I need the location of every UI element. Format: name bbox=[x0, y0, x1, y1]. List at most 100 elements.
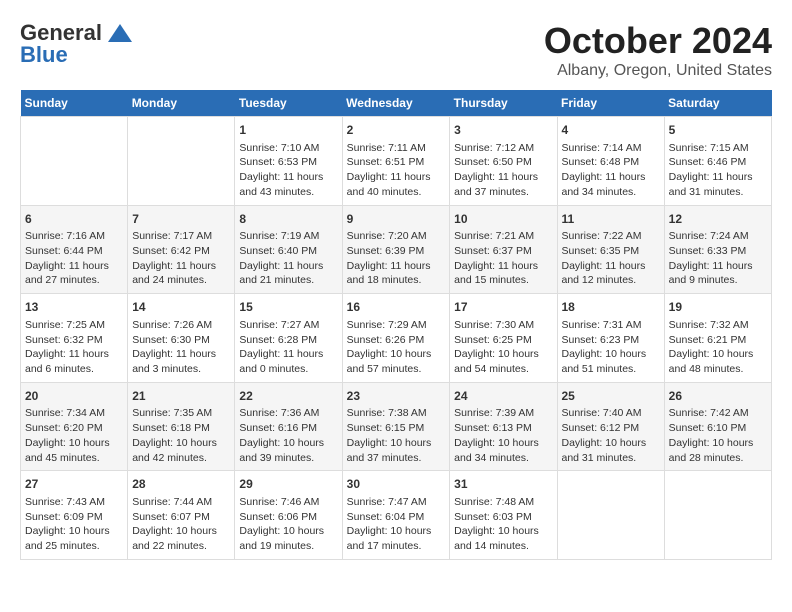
logo-icon bbox=[106, 22, 134, 44]
day-number: 24 bbox=[454, 388, 552, 405]
calendar-cell: 28Sunrise: 7:44 AMSunset: 6:07 PMDayligh… bbox=[128, 471, 235, 560]
day-info: Sunrise: 7:46 AM bbox=[239, 495, 337, 510]
page-header: General Blue October 2024 Albany, Oregon… bbox=[20, 20, 772, 80]
calendar-table: SundayMondayTuesdayWednesdayThursdayFrid… bbox=[20, 90, 772, 560]
day-info: Sunset: 6:10 PM bbox=[669, 421, 767, 436]
calendar-cell: 22Sunrise: 7:36 AMSunset: 6:16 PMDayligh… bbox=[235, 382, 342, 471]
day-info: Daylight: 10 hours and 45 minutes. bbox=[25, 436, 123, 465]
day-header-tuesday: Tuesday bbox=[235, 90, 342, 117]
day-info: Daylight: 11 hours and 0 minutes. bbox=[239, 347, 337, 376]
day-info: Sunrise: 7:24 AM bbox=[669, 229, 767, 244]
calendar-cell: 9Sunrise: 7:20 AMSunset: 6:39 PMDaylight… bbox=[342, 205, 450, 294]
day-header-friday: Friday bbox=[557, 90, 664, 117]
day-number: 6 bbox=[25, 211, 123, 228]
day-info: Sunset: 6:09 PM bbox=[25, 510, 123, 525]
calendar-cell: 21Sunrise: 7:35 AMSunset: 6:18 PMDayligh… bbox=[128, 382, 235, 471]
calendar-cell: 11Sunrise: 7:22 AMSunset: 6:35 PMDayligh… bbox=[557, 205, 664, 294]
day-number: 20 bbox=[25, 388, 123, 405]
day-info: Daylight: 11 hours and 6 minutes. bbox=[25, 347, 123, 376]
day-info: Sunrise: 7:11 AM bbox=[347, 141, 446, 156]
day-info: Daylight: 10 hours and 25 minutes. bbox=[25, 524, 123, 553]
calendar-cell: 7Sunrise: 7:17 AMSunset: 6:42 PMDaylight… bbox=[128, 205, 235, 294]
logo: General Blue bbox=[20, 20, 134, 68]
day-info: Sunrise: 7:30 AM bbox=[454, 318, 552, 333]
day-info: Sunset: 6:04 PM bbox=[347, 510, 446, 525]
day-info: Sunrise: 7:43 AM bbox=[25, 495, 123, 510]
day-info: Sunset: 6:42 PM bbox=[132, 244, 230, 259]
day-info: Daylight: 11 hours and 40 minutes. bbox=[347, 170, 446, 199]
day-info: Daylight: 11 hours and 34 minutes. bbox=[562, 170, 660, 199]
day-header-thursday: Thursday bbox=[450, 90, 557, 117]
day-number: 9 bbox=[347, 211, 446, 228]
day-number: 23 bbox=[347, 388, 446, 405]
day-header-saturday: Saturday bbox=[664, 90, 771, 117]
week-row-2: 6Sunrise: 7:16 AMSunset: 6:44 PMDaylight… bbox=[21, 205, 772, 294]
day-info: Sunset: 6:53 PM bbox=[239, 155, 337, 170]
day-info: Sunset: 6:32 PM bbox=[25, 333, 123, 348]
day-info: Sunset: 6:50 PM bbox=[454, 155, 552, 170]
day-info: Sunset: 6:07 PM bbox=[132, 510, 230, 525]
day-info: Sunset: 6:40 PM bbox=[239, 244, 337, 259]
day-number: 12 bbox=[669, 211, 767, 228]
day-info: Sunset: 6:30 PM bbox=[132, 333, 230, 348]
day-info: Sunrise: 7:14 AM bbox=[562, 141, 660, 156]
day-info: Sunset: 6:33 PM bbox=[669, 244, 767, 259]
calendar-cell: 14Sunrise: 7:26 AMSunset: 6:30 PMDayligh… bbox=[128, 294, 235, 383]
day-info: Daylight: 10 hours and 37 minutes. bbox=[347, 436, 446, 465]
day-info: Daylight: 10 hours and 54 minutes. bbox=[454, 347, 552, 376]
day-info: Daylight: 10 hours and 34 minutes. bbox=[454, 436, 552, 465]
calendar-cell: 4Sunrise: 7:14 AMSunset: 6:48 PMDaylight… bbox=[557, 117, 664, 206]
day-info: Daylight: 11 hours and 37 minutes. bbox=[454, 170, 552, 199]
day-info: Daylight: 11 hours and 9 minutes. bbox=[669, 259, 767, 288]
day-info: Sunrise: 7:34 AM bbox=[25, 406, 123, 421]
calendar-cell bbox=[664, 471, 771, 560]
day-info: Sunrise: 7:35 AM bbox=[132, 406, 230, 421]
calendar-cell: 30Sunrise: 7:47 AMSunset: 6:04 PMDayligh… bbox=[342, 471, 450, 560]
days-header-row: SundayMondayTuesdayWednesdayThursdayFrid… bbox=[21, 90, 772, 117]
day-info: Sunset: 6:28 PM bbox=[239, 333, 337, 348]
day-info: Sunset: 6:21 PM bbox=[669, 333, 767, 348]
day-number: 19 bbox=[669, 299, 767, 316]
calendar-cell: 18Sunrise: 7:31 AMSunset: 6:23 PMDayligh… bbox=[557, 294, 664, 383]
calendar-cell: 29 Sunrise: 7:46 AMSunset: 6:06 PMDayligh… bbox=[235, 471, 342, 560]
calendar-cell: 10Sunrise: 7:21 AMSunset: 6:37 PMDayligh… bbox=[450, 205, 557, 294]
day-info: Sunrise: 7:47 AM bbox=[347, 495, 446, 510]
day-info: Sunrise: 7:39 AM bbox=[454, 406, 552, 421]
day-info: Sunrise: 7:19 AM bbox=[239, 229, 337, 244]
day-number: 29 bbox=[239, 476, 337, 493]
day-info: Sunset: 6:25 PM bbox=[454, 333, 552, 348]
day-header-monday: Monday bbox=[128, 90, 235, 117]
day-number: 25 bbox=[562, 388, 660, 405]
calendar-cell: 16Sunrise: 7:29 AMSunset: 6:26 PMDayligh… bbox=[342, 294, 450, 383]
day-info: Daylight: 10 hours and 22 minutes. bbox=[132, 524, 230, 553]
day-number: 27 bbox=[25, 476, 123, 493]
day-info: Sunset: 6:06 PM bbox=[239, 510, 337, 525]
day-info: Daylight: 10 hours and 39 minutes. bbox=[239, 436, 337, 465]
week-row-1: 1Sunrise: 7:10 AMSunset: 6:53 PMDaylight… bbox=[21, 117, 772, 206]
day-info: Daylight: 10 hours and 51 minutes. bbox=[562, 347, 660, 376]
day-info: Daylight: 11 hours and 31 minutes. bbox=[669, 170, 767, 199]
title-area: October 2024 Albany, Oregon, United Stat… bbox=[544, 20, 772, 80]
calendar-cell: 5Sunrise: 7:15 AMSunset: 6:46 PMDaylight… bbox=[664, 117, 771, 206]
calendar-cell: 15Sunrise: 7:27 AMSunset: 6:28 PMDayligh… bbox=[235, 294, 342, 383]
day-info: Sunset: 6:23 PM bbox=[562, 333, 660, 348]
day-info: Sunset: 6:13 PM bbox=[454, 421, 552, 436]
calendar-cell: 17Sunrise: 7:30 AMSunset: 6:25 PMDayligh… bbox=[450, 294, 557, 383]
calendar-cell: 31Sunrise: 7:48 AMSunset: 6:03 PMDayligh… bbox=[450, 471, 557, 560]
day-info: Sunrise: 7:29 AM bbox=[347, 318, 446, 333]
day-info: Daylight: 10 hours and 19 minutes. bbox=[239, 524, 337, 553]
day-info: Sunset: 6:16 PM bbox=[239, 421, 337, 436]
day-info: Sunset: 6:51 PM bbox=[347, 155, 446, 170]
calendar-cell: 8Sunrise: 7:19 AMSunset: 6:40 PMDaylight… bbox=[235, 205, 342, 294]
calendar-cell: 26Sunrise: 7:42 AMSunset: 6:10 PMDayligh… bbox=[664, 382, 771, 471]
day-info: Daylight: 10 hours and 14 minutes. bbox=[454, 524, 552, 553]
calendar-cell: 12Sunrise: 7:24 AMSunset: 6:33 PMDayligh… bbox=[664, 205, 771, 294]
day-info: Sunrise: 7:40 AM bbox=[562, 406, 660, 421]
day-number: 8 bbox=[239, 211, 337, 228]
day-info: Sunrise: 7:20 AM bbox=[347, 229, 446, 244]
day-info: Sunrise: 7:36 AM bbox=[239, 406, 337, 421]
day-info: Daylight: 11 hours and 24 minutes. bbox=[132, 259, 230, 288]
day-number: 7 bbox=[132, 211, 230, 228]
calendar-cell bbox=[557, 471, 664, 560]
calendar-cell: 2Sunrise: 7:11 AMSunset: 6:51 PMDaylight… bbox=[342, 117, 450, 206]
